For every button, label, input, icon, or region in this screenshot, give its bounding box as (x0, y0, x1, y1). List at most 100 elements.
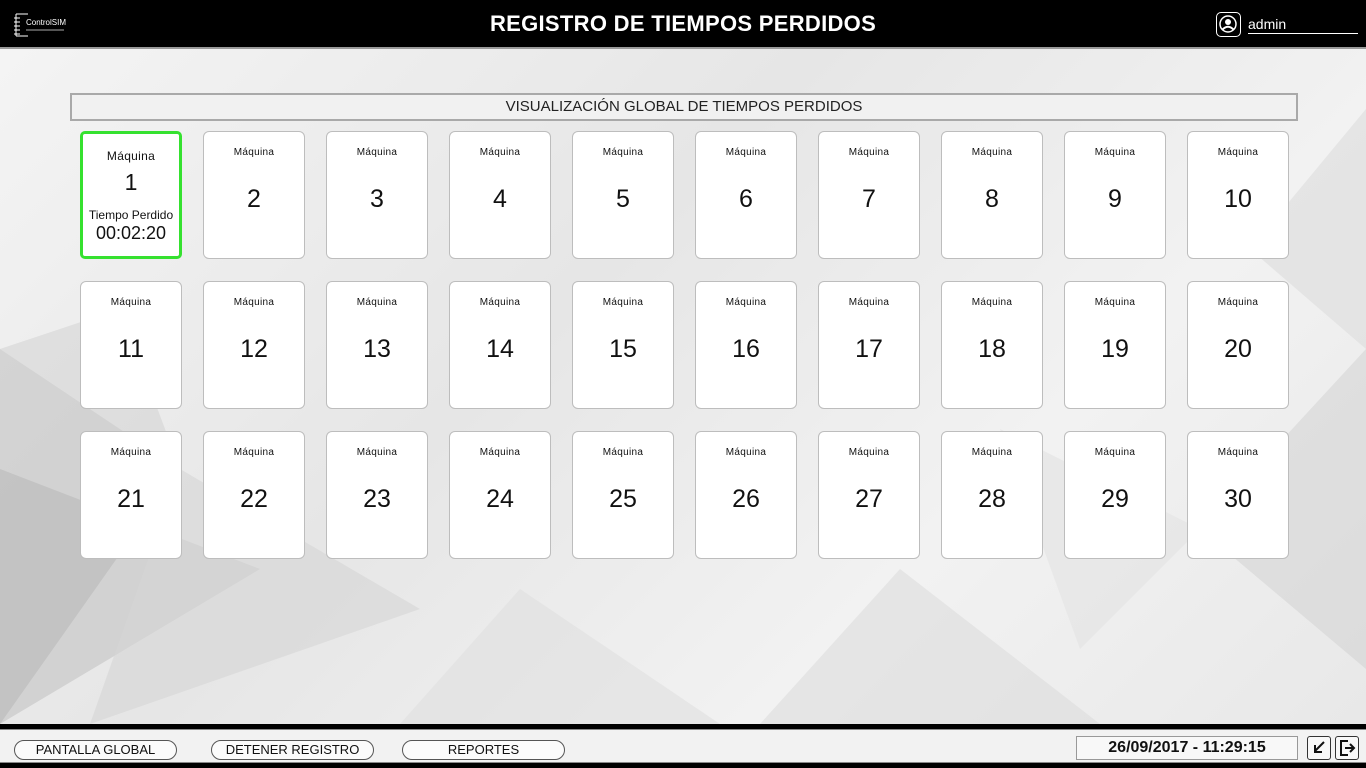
lost-time-label: Tiempo Perdido (88, 208, 174, 222)
machine-number: 1 (124, 169, 138, 195)
machine-number: 28 (978, 485, 1006, 513)
machine-label: Máquina (725, 447, 767, 458)
machine-card-16[interactable]: Máquina 16 (695, 281, 797, 409)
machine-card-29[interactable]: Máquina 29 (1064, 431, 1166, 559)
machine-card-23[interactable]: Máquina 23 (326, 431, 428, 559)
machine-label: Máquina (356, 297, 398, 308)
machine-card-18[interactable]: Máquina 18 (941, 281, 1043, 409)
user-icon[interactable] (1216, 12, 1241, 37)
machine-card-10[interactable]: Máquina 10 (1187, 131, 1289, 259)
minimize-icon[interactable] (1307, 736, 1331, 760)
machine-label: Máquina (1217, 447, 1259, 458)
machine-card-21[interactable]: Máquina 21 (80, 431, 182, 559)
machine-card-15[interactable]: Máquina 15 (572, 281, 674, 409)
machine-number: 3 (370, 185, 384, 213)
machine-number: 17 (855, 335, 883, 363)
machine-number: 13 (363, 335, 391, 363)
machine-card-14[interactable]: Máquina 14 (449, 281, 551, 409)
machine-card-8[interactable]: Máquina 8 (941, 131, 1043, 259)
machine-label: Máquina (848, 297, 890, 308)
machine-number: 14 (486, 335, 514, 363)
machine-label: Máquina (233, 147, 275, 158)
machine-label: Máquina (1094, 447, 1136, 458)
machine-label: Máquina (479, 147, 521, 158)
machine-number: 8 (985, 185, 999, 213)
machine-label: Máquina (479, 447, 521, 458)
machine-label: Máquina (602, 297, 644, 308)
machine-label: Máquina (1094, 297, 1136, 308)
machine-card-5[interactable]: Máquina 5 (572, 131, 674, 259)
machine-number: 27 (855, 485, 883, 513)
machine-number: 6 (739, 185, 753, 213)
machine-card-27[interactable]: Máquina 27 (818, 431, 920, 559)
machine-card-3[interactable]: Máquina 3 (326, 131, 428, 259)
machine-number: 16 (732, 335, 760, 363)
machine-label: Máquina (602, 147, 644, 158)
machine-label: Máquina (725, 147, 767, 158)
machine-card-12[interactable]: Máquina 12 (203, 281, 305, 409)
reports-button[interactable]: REPORTES (402, 740, 565, 760)
machine-number: 10 (1224, 185, 1252, 213)
machine-number: 19 (1101, 335, 1129, 363)
machine-number: 22 (240, 485, 268, 513)
page-title: REGISTRO DE TIEMPOS PERDIDOS (489, 11, 877, 36)
app-header: ControlSIM REGISTRO DE TIEMPOS PERDIDOS … (0, 0, 1366, 49)
exit-icon[interactable] (1335, 736, 1359, 760)
machine-number: 12 (240, 335, 268, 363)
machine-number: 7 (862, 185, 876, 213)
machine-label: Máquina (110, 297, 152, 308)
machine-number: 29 (1101, 485, 1129, 513)
machine-label: Máquina (848, 447, 890, 458)
machine-label: Máquina (1217, 147, 1259, 158)
machine-label: Máquina (971, 147, 1013, 158)
machine-number: 18 (978, 335, 1006, 363)
machine-label: Máquina (356, 447, 398, 458)
machine-label: Máquina (479, 297, 521, 308)
machine-label: Máquina (971, 297, 1013, 308)
machine-card-25[interactable]: Máquina 25 (572, 431, 674, 559)
machine-number: 21 (117, 485, 145, 513)
machine-card-1[interactable]: Máquina 1 Tiempo Perdido 00:02:20 (80, 131, 182, 259)
machine-card-17[interactable]: Máquina 17 (818, 281, 920, 409)
datetime-display: 26/09/2017 - 11:29:15 (1076, 736, 1298, 760)
machine-card-7[interactable]: Máquina 7 (818, 131, 920, 259)
machine-label: Máquina (356, 147, 398, 158)
machine-label: Máquina (106, 149, 156, 163)
machine-label: Máquina (233, 297, 275, 308)
machine-number: 5 (616, 185, 630, 213)
machine-card-26[interactable]: Máquina 26 (695, 431, 797, 559)
machine-label: Máquina (971, 447, 1013, 458)
machine-label: Máquina (725, 297, 767, 308)
machine-label: Máquina (602, 447, 644, 458)
machine-card-20[interactable]: Máquina 20 (1187, 281, 1289, 409)
machine-card-4[interactable]: Máquina 4 (449, 131, 551, 259)
machine-number: 30 (1224, 485, 1252, 513)
machine-card-28[interactable]: Máquina 28 (941, 431, 1043, 559)
machine-label: Máquina (1094, 147, 1136, 158)
global-screen-button[interactable]: PANTALLA GLOBAL (14, 740, 177, 760)
machine-card-24[interactable]: Máquina 24 (449, 431, 551, 559)
machine-card-11[interactable]: Máquina 11 (80, 281, 182, 409)
machine-card-30[interactable]: Máquina 30 (1187, 431, 1289, 559)
machine-card-19[interactable]: Máquina 19 (1064, 281, 1166, 409)
machine-label: Máquina (848, 147, 890, 158)
machine-number: 20 (1224, 335, 1252, 363)
machine-number: 24 (486, 485, 514, 513)
stop-register-button[interactable]: DETENER REGISTRO (211, 740, 374, 760)
footer-toolbar: PANTALLA GLOBAL DETENER REGISTRO REPORTE… (0, 729, 1366, 763)
machine-card-2[interactable]: Máquina 2 (203, 131, 305, 259)
footer: PANTALLA GLOBAL DETENER REGISTRO REPORTE… (0, 724, 1366, 768)
machine-number: 2 (247, 185, 261, 213)
section-title: VISUALIZACIÓN GLOBAL DE TIEMPOS PERDIDOS (70, 93, 1298, 121)
machine-number: 23 (363, 485, 391, 513)
machine-card-22[interactable]: Máquina 22 (203, 431, 305, 559)
machine-number: 11 (118, 335, 144, 363)
machine-card-6[interactable]: Máquina 6 (695, 131, 797, 259)
machine-card-9[interactable]: Máquina 9 (1064, 131, 1166, 259)
user-name-field[interactable]: admin (1248, 16, 1358, 34)
machine-label: Máquina (233, 447, 275, 458)
machine-label: Máquina (110, 447, 152, 458)
machine-number: 9 (1108, 185, 1122, 213)
machine-card-13[interactable]: Máquina 13 (326, 281, 428, 409)
lost-time-value: 00:02:20 (95, 223, 167, 243)
